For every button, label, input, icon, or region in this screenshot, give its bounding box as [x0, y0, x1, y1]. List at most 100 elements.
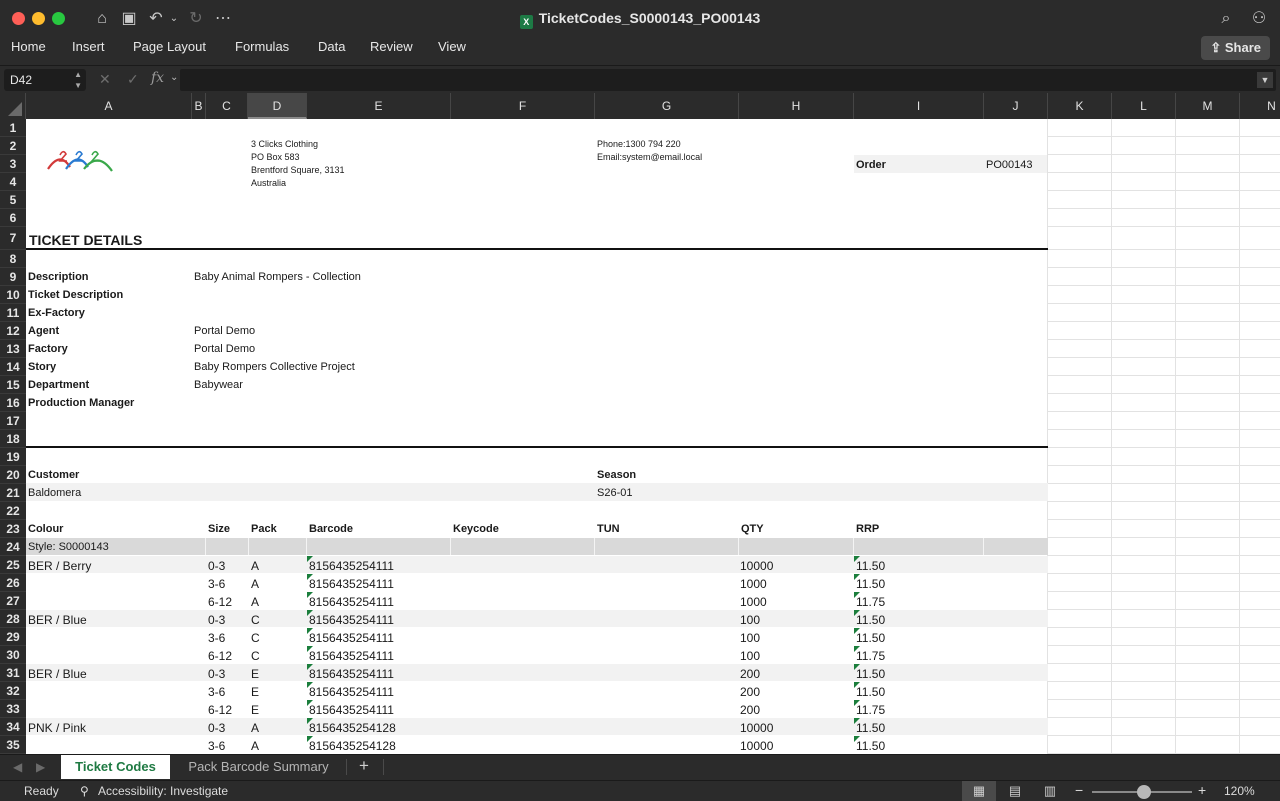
tab-formulas[interactable]: Formulas [235, 39, 289, 54]
next-sheet-icon[interactable]: ▶ [36, 760, 45, 774]
row-header[interactable]: 6 [0, 209, 26, 227]
row-header[interactable]: 16 [0, 394, 26, 412]
row-header[interactable]: 13 [0, 340, 26, 358]
row-header[interactable]: 28 [0, 610, 26, 628]
select-all-button[interactable] [0, 93, 26, 119]
row-header[interactable]: 3 [0, 155, 26, 173]
row-header[interactable]: 14 [0, 358, 26, 376]
row-header[interactable]: 1 [0, 119, 26, 137]
column-header-a[interactable]: A [26, 93, 192, 119]
row-header[interactable]: 31 [0, 664, 26, 682]
item-pack: C [251, 649, 260, 663]
company-logo [47, 150, 113, 172]
tab-insert[interactable]: Insert [72, 39, 105, 54]
previous-sheet-icon[interactable]: ◀ [13, 760, 22, 774]
zoom-slider-handle[interactable] [1137, 785, 1151, 799]
insert-function-icon[interactable]: fx [151, 70, 164, 86]
row-header[interactable]: 5 [0, 191, 26, 209]
zoom-out-icon[interactable]: − [1075, 782, 1083, 798]
zoom-level[interactable]: 120% [1224, 784, 1255, 798]
row-header[interactable]: 18 [0, 430, 26, 448]
row-header[interactable]: 32 [0, 682, 26, 700]
row-header[interactable]: 24 [0, 538, 26, 556]
row-header[interactable]: 9 [0, 268, 26, 286]
tab-page-layout[interactable]: Page Layout [133, 39, 206, 54]
column-header-e[interactable]: E [307, 93, 451, 119]
column-header-l[interactable]: L [1112, 93, 1176, 119]
row-header[interactable]: 10 [0, 286, 26, 304]
company-address-1: PO Box 583 [251, 152, 300, 162]
item-rrp: 11.75 [856, 595, 886, 609]
tab-home[interactable]: Home [11, 39, 46, 54]
row-header[interactable]: 34 [0, 718, 26, 736]
table-row-fill [26, 718, 1048, 735]
search-icon[interactable]: ⌕ [1216, 9, 1236, 29]
row-header[interactable]: 25 [0, 556, 26, 574]
column-header-j[interactable]: J [984, 93, 1048, 119]
row-header[interactable]: 8 [0, 250, 26, 268]
column-header-b[interactable]: B [192, 93, 206, 119]
zoom-in-icon[interactable]: + [1198, 782, 1206, 798]
cell-area[interactable]: 3 Clicks Clothing PO Box 583 Brentford S… [26, 119, 1280, 754]
row-headers: 1 2 3 4 5 6 7 8 9 10 11 12 13 14 15 16 1… [0, 119, 26, 754]
tab-data[interactable]: Data [318, 39, 345, 54]
page-break-view-icon[interactable]: ▥ [1033, 781, 1067, 801]
column-header-c[interactable]: C [206, 93, 248, 119]
style-row-fill [26, 538, 1048, 555]
name-box[interactable]: D42 ▲ ▼ [4, 69, 86, 91]
season-value: S26-01 [597, 487, 633, 499]
share-button[interactable]: ⇪ Share [1201, 36, 1270, 60]
tab-view[interactable]: View [438, 39, 466, 54]
column-header-k[interactable]: K [1048, 93, 1112, 119]
column-headers: A B C D E F G H I J K L M N [0, 93, 1280, 119]
row-header[interactable]: 12 [0, 322, 26, 340]
item-qty: 10000 [740, 739, 774, 753]
column-header-n[interactable]: N [1240, 93, 1280, 119]
add-sheet-icon[interactable]: + [359, 756, 369, 776]
row-header[interactable]: 17 [0, 412, 26, 430]
row-header[interactable]: 22 [0, 502, 26, 520]
row-header[interactable]: 35 [0, 736, 26, 754]
row-header[interactable]: 30 [0, 646, 26, 664]
page-layout-view-icon[interactable]: ▤ [998, 781, 1032, 801]
row-header[interactable]: 4 [0, 173, 26, 191]
row-header[interactable]: 21 [0, 484, 26, 502]
sheet-tab-pack-barcode-summary[interactable]: Pack Barcode Summary [172, 755, 345, 779]
name-box-stepper-icon[interactable]: ▲ ▼ [74, 69, 82, 91]
column-header-f[interactable]: F [451, 93, 595, 119]
item-rrp: 11.50 [856, 685, 886, 699]
cancel-edit-icon[interactable]: ✕ [99, 71, 111, 88]
row-header[interactable]: 11 [0, 304, 26, 322]
confirm-edit-icon[interactable]: ✓ [127, 71, 139, 88]
row-header[interactable]: 26 [0, 574, 26, 592]
row-header[interactable]: 29 [0, 628, 26, 646]
item-rrp: 11.75 [856, 649, 886, 663]
row-header[interactable]: 7 [0, 227, 26, 250]
row-header[interactable]: 19 [0, 448, 26, 466]
row-header[interactable]: 15 [0, 376, 26, 394]
item-size: 6-12 [208, 649, 233, 663]
account-icon[interactable]: ⚇ [1249, 9, 1269, 29]
row-header[interactable]: 23 [0, 520, 26, 538]
column-header-g[interactable]: G [595, 93, 739, 119]
row-header[interactable]: 20 [0, 466, 26, 484]
column-header-h[interactable]: H [739, 93, 854, 119]
accessibility-status[interactable]: Accessibility: Investigate [98, 784, 228, 798]
column-header-d[interactable]: D [248, 93, 307, 119]
formula-input[interactable]: ▼ [180, 69, 1276, 91]
tab-review[interactable]: Review [370, 39, 413, 54]
sheet-tab-ticket-codes[interactable]: Ticket Codes [61, 755, 170, 779]
row-header[interactable]: 27 [0, 592, 26, 610]
gridline [1048, 249, 1280, 250]
column-header-m[interactable]: M [1176, 93, 1240, 119]
accessibility-icon[interactable]: ⚲ [80, 784, 89, 798]
order-label: Order [856, 159, 886, 171]
normal-view-icon[interactable]: ▦ [962, 781, 996, 801]
function-dropdown-chevron-icon[interactable]: ⌄ [170, 72, 178, 83]
expand-formula-bar-icon[interactable]: ▼ [1257, 72, 1273, 88]
row-header[interactable]: 33 [0, 700, 26, 718]
gridline [1048, 190, 1280, 191]
row-header[interactable]: 2 [0, 137, 26, 155]
spreadsheet-grid[interactable]: A B C D E F G H I J K L M N 1 2 3 4 5 6 … [0, 93, 1280, 754]
column-header-i[interactable]: I [854, 93, 984, 119]
